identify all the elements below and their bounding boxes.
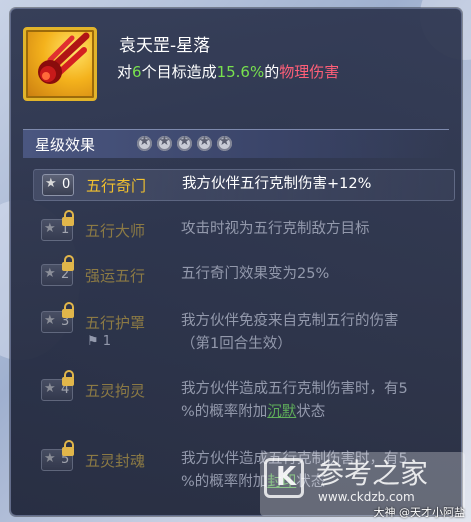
section-title: 星级效果: [35, 136, 96, 154]
watermark-url: www.ckdzb.com: [318, 490, 415, 504]
lock-icon: [62, 440, 74, 457]
lock-icon: [62, 255, 74, 272]
star-icon: [197, 134, 212, 151]
effect-description: 攻击时视为五行克制敌方目标: [181, 221, 370, 237]
desc-text: %的概率附加: [181, 474, 268, 490]
effect-name: 五行护罩: [85, 314, 146, 332]
effect-name: 五灵拘灵: [85, 382, 146, 400]
star-level: 0: [62, 177, 71, 192]
watermark-text: 参考之家: [316, 457, 429, 490]
star-icon: [217, 134, 232, 151]
desc-text: %的概率附加: [181, 404, 268, 420]
effect-name: 强运五行: [85, 267, 146, 285]
skill-tooltip-panel: 袁天罡-星落 对6个目标造成15.6%的物理伤害 星级效果 ★ 0 五行奇门 我…: [10, 8, 462, 516]
desc-of: 的: [264, 63, 280, 81]
author-credit: 大神 @天才小阿盐: [373, 506, 466, 519]
silence-status-link[interactable]: 沉默: [267, 404, 296, 420]
effect-description: 我方伙伴五行克制伤害+12%: [182, 176, 372, 192]
desc-line: 我方伙伴造成五行克制伤害时，有5: [181, 381, 408, 397]
star-icon: [157, 134, 172, 151]
effect-row: ★ 3 五行护罩 ⚑ 1 我方伙伴免疫来自克制五行的伤害 （第1回合生效）: [33, 302, 453, 357]
meteor-icon: [23, 27, 97, 101]
effect-name: 五行大师: [85, 222, 146, 240]
effect-description: 我方伙伴免疫来自克制五行的伤害 （第1回合生效）: [181, 310, 399, 356]
desc-text: 状态: [296, 404, 326, 420]
lock-icon: [62, 210, 74, 227]
effect-row: ★ 2 强运五行 五行奇门效果变为25%: [33, 255, 453, 290]
effect-description: 我方伙伴造成五行克制伤害时，有5 %的概率附加沉默状态: [181, 378, 408, 424]
effect-name: 五灵封魂: [85, 452, 146, 470]
star-rating: [137, 134, 237, 152]
desc-line: 我方伙伴免疫来自克制五行的伤害: [181, 313, 399, 329]
flag-count: 1: [102, 334, 112, 349]
star-icon: ★: [44, 381, 56, 396]
star-icon: ★: [44, 266, 56, 281]
damage-type: 物理伤害: [279, 63, 340, 81]
star-level-badge: ★ 0: [42, 174, 74, 196]
damage-percent: 15.6%: [216, 63, 265, 81]
watermark-logo: K: [264, 458, 304, 498]
skill-name: 袁天罡-星落: [119, 36, 211, 56]
star-icon: ★: [44, 313, 56, 328]
effect-description: 五行奇门效果变为25%: [181, 266, 330, 282]
star-icon: ★: [45, 176, 57, 191]
desc-prefix: 对: [117, 63, 133, 81]
effect-row: ★ 4 五灵拘灵 我方伙伴造成五行克制伤害时，有5 %的概率附加沉默状态: [33, 370, 453, 425]
star-icon: ★: [44, 221, 56, 236]
star-effects-header: 星级效果: [23, 129, 449, 158]
star-icon: [177, 134, 192, 151]
desc-line: %的概率附加沉默状态: [181, 401, 408, 424]
flag-icon: ⚑: [87, 334, 99, 349]
lock-icon: [62, 302, 74, 319]
desc-mid: 个目标造成: [141, 63, 217, 81]
effect-row: ★ 1 五行大师 攻击时视为五行克制敌方目标: [33, 210, 453, 245]
star-icon: [137, 134, 152, 151]
flag-counter: ⚑ 1: [87, 334, 111, 349]
effect-name: 五行奇门: [86, 177, 147, 195]
star-icon: ★: [44, 451, 56, 466]
skill-description: 对6个目标造成15.6%的物理伤害: [117, 61, 339, 82]
watermark-logo-letter: K: [276, 462, 297, 492]
desc-line: （第1回合生效）: [181, 336, 292, 352]
effect-row: ★ 0 五行奇门 我方伙伴五行克制伤害+12%: [33, 169, 455, 201]
lock-icon: [62, 370, 74, 387]
target-count: 6: [132, 63, 142, 81]
